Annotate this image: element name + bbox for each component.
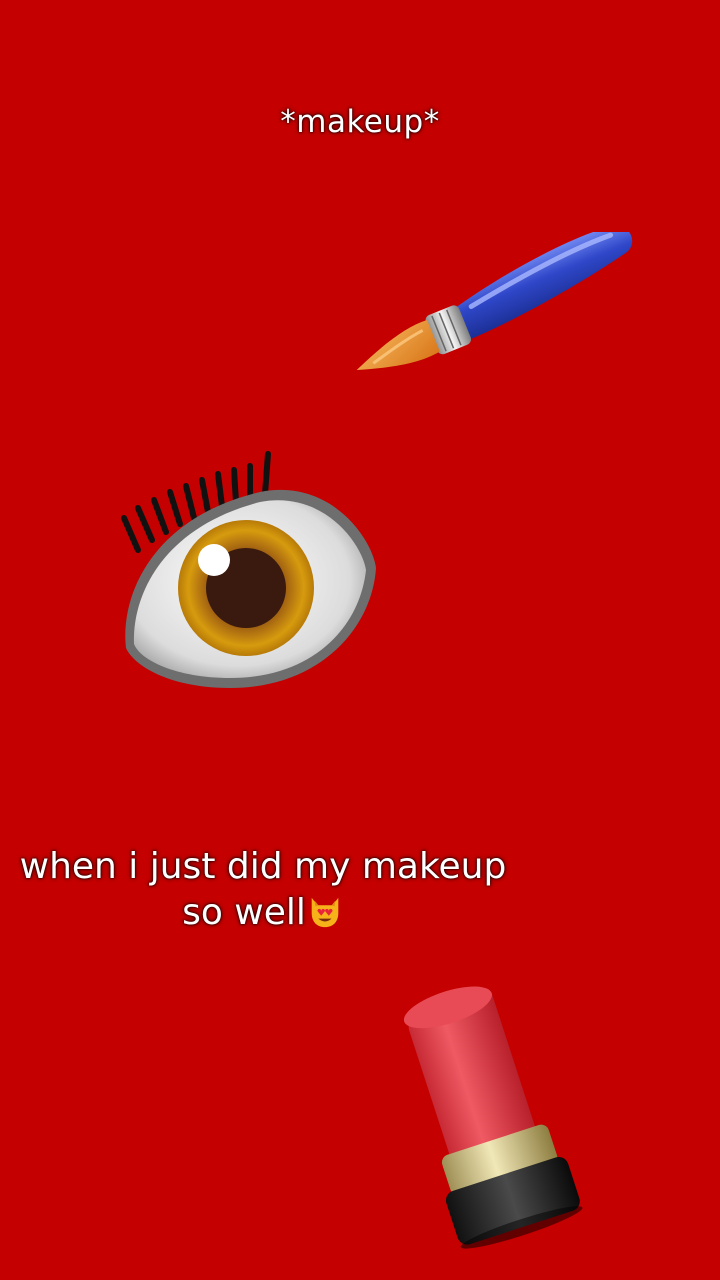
video-frame: *makeup* when i just did my makeup so we… bbox=[0, 0, 720, 1280]
main-caption: when i just did my makeup so well bbox=[8, 844, 518, 936]
eye-icon bbox=[121, 451, 376, 688]
main-caption-line2-wrap: so well bbox=[8, 890, 518, 936]
paintbrush-icon bbox=[356, 232, 633, 371]
main-caption-line1: when i just did my makeup bbox=[19, 846, 507, 887]
lipstick-icon bbox=[403, 986, 583, 1249]
top-caption: *makeup* bbox=[280, 104, 440, 140]
heart-eyes-cat-icon bbox=[311, 897, 339, 928]
main-caption-line2: so well bbox=[182, 892, 306, 933]
